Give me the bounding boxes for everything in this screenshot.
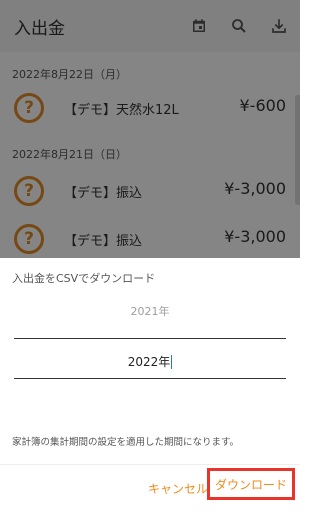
year-option[interactable]: 2021年	[0, 303, 300, 319]
csv-download-dialog: 入出金をCSVでダウンロード 2021年 2022年 家計簿の集計期間の設定を適…	[0, 258, 300, 515]
cancel-button[interactable]: キャンセル	[148, 480, 208, 497]
dialog-note: 家計簿の集計期間の設定を適用した期間になります。	[12, 437, 240, 448]
dialog-divider	[0, 464, 300, 465]
year-selected[interactable]: 2022年	[0, 353, 300, 370]
download-button[interactable]: ダウンロード	[207, 468, 295, 500]
year-selected-text: 2022年	[127, 355, 171, 369]
text-caret	[171, 355, 173, 369]
dialog-title: 入出金をCSVでダウンロード	[12, 272, 156, 285]
picker-divider	[14, 338, 286, 339]
picker-divider	[14, 378, 286, 379]
